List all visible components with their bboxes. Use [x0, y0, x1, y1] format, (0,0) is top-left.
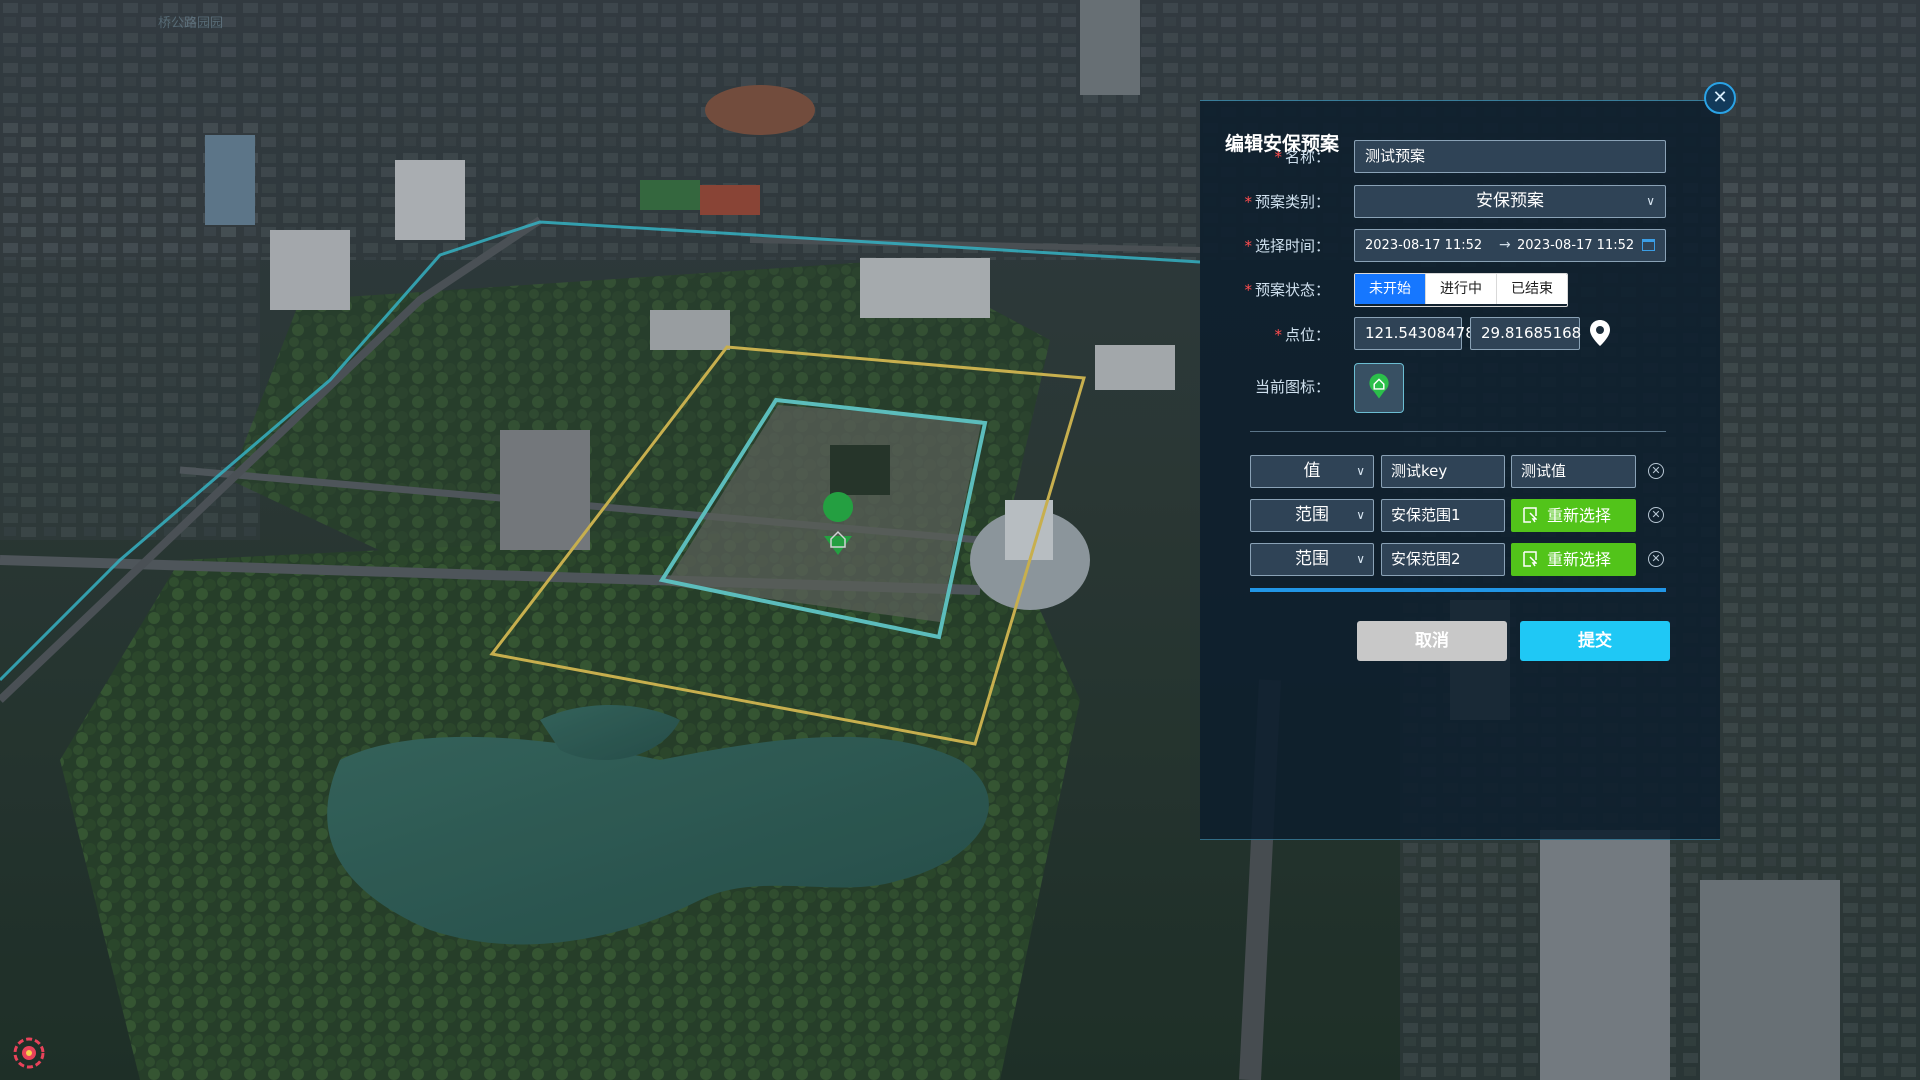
time-label: * 选择时间：	[1244, 237, 1330, 255]
submit-button[interactable]: 提交	[1520, 621, 1670, 661]
reselect-range-button[interactable]: 重新选择	[1511, 543, 1636, 576]
select-area-icon	[1523, 551, 1537, 567]
location-pin-icon[interactable]	[1588, 319, 1612, 347]
calendar-icon	[1642, 239, 1655, 251]
attribute-row: 范围 ∨ 安保范围2 重新选择 ✕	[1250, 543, 1680, 576]
name-label: * 名称：	[1274, 148, 1330, 166]
close-icon: ✕	[1712, 87, 1728, 108]
longitude-input[interactable]: 121.54308478	[1354, 317, 1475, 350]
map-watermark: 桥公路园园	[158, 16, 224, 31]
reselect-range-button[interactable]: 重新选择	[1511, 499, 1636, 532]
home-marker-icon	[1369, 373, 1389, 399]
section-divider	[1250, 431, 1666, 432]
current-icon-picker[interactable]	[1354, 363, 1404, 413]
category-value: 安保预案	[1476, 191, 1544, 211]
status-option-in-progress[interactable]: 进行中	[1426, 274, 1497, 304]
remove-row-icon[interactable]: ✕	[1648, 551, 1664, 567]
date-range-picker[interactable]: 2023-08-17 11:52 → 2023-08-17 11:52	[1354, 229, 1666, 262]
category-label: * 预案类别：	[1244, 193, 1330, 211]
attribute-row: 范围 ∨ 安保范围1 重新选择 ✕	[1250, 499, 1680, 532]
name-input[interactable]: 测试预案	[1354, 140, 1666, 173]
row-type-select[interactable]: 范围 ∨	[1250, 499, 1374, 532]
attribute-row: 值 ∨ 测试key 测试值 ✕	[1250, 455, 1680, 488]
row-type-select[interactable]: 值 ∨	[1250, 455, 1374, 488]
scroll-progress-bar[interactable]	[1250, 588, 1666, 592]
scroll-progress-fill	[1250, 588, 1666, 592]
chevron-down-icon: ∨	[1646, 194, 1655, 208]
row-key-input[interactable]: 安保范围1	[1381, 499, 1505, 532]
row-type-select[interactable]: 范围 ∨	[1250, 543, 1374, 576]
remove-row-icon[interactable]: ✕	[1648, 507, 1664, 523]
edit-plan-dialog: 编辑安保预案 * 名称： 测试预案 * 预案类别： 安保预案 ∨ * 选择时间： 20…	[1200, 100, 1720, 840]
end-time[interactable]: 2023-08-17 11:52	[1517, 230, 1634, 261]
select-area-icon	[1523, 507, 1537, 523]
current-icon-label: 当前图标：	[1254, 378, 1330, 396]
status-label: * 预案状态：	[1244, 281, 1330, 299]
latitude-input[interactable]: 29.81685168	[1470, 317, 1581, 350]
chevron-down-icon: ∨	[1356, 508, 1365, 522]
close-dialog-button[interactable]: ✕	[1704, 82, 1736, 114]
status-segmented: 未开始 进行中 已结束	[1354, 273, 1568, 307]
chevron-down-icon: ∨	[1356, 464, 1365, 478]
range-arrow-icon: →	[1499, 237, 1511, 253]
status-option-ended[interactable]: 已结束	[1497, 274, 1567, 304]
cancel-button[interactable]: 取消	[1357, 621, 1507, 661]
app-logo-icon	[13, 1037, 45, 1069]
remove-row-icon[interactable]: ✕	[1648, 463, 1664, 479]
chevron-down-icon: ∨	[1356, 552, 1365, 566]
start-time[interactable]: 2023-08-17 11:52	[1365, 230, 1482, 261]
point-label: * 点位：	[1274, 326, 1330, 344]
row-key-input[interactable]: 安保范围2	[1381, 543, 1505, 576]
category-select[interactable]: 安保预案 ∨	[1354, 185, 1666, 218]
status-option-not-started[interactable]: 未开始	[1355, 274, 1426, 304]
row-value-input[interactable]: 测试值	[1511, 455, 1636, 488]
row-key-input[interactable]: 测试key	[1381, 455, 1505, 488]
